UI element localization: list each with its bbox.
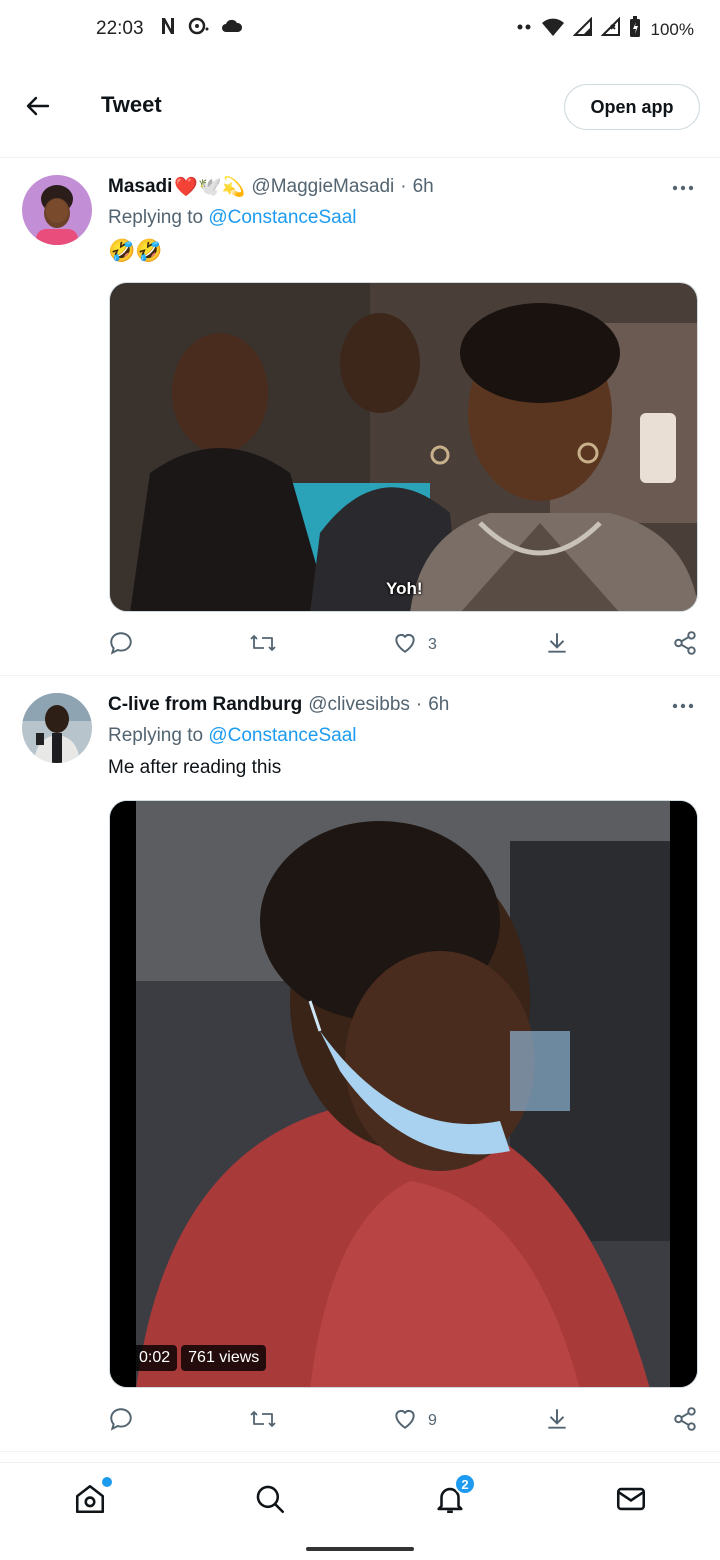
home-icon (73, 1482, 107, 1521)
retweet-button[interactable] (248, 628, 278, 662)
share-button[interactable] (672, 1404, 698, 1438)
nav-search[interactable] (248, 1479, 292, 1523)
reply-button[interactable] (108, 1404, 134, 1438)
signal-x-icon (600, 16, 621, 42)
gif-image (110, 283, 697, 611)
handle[interactable]: @MaggieMasadi (251, 176, 394, 198)
home-unread-dot (102, 1477, 112, 1487)
timestamp[interactable]: 6h (413, 176, 434, 198)
like-count: 9 (428, 1412, 437, 1429)
heart-icon (392, 1406, 418, 1437)
download-button[interactable] (544, 1404, 570, 1438)
tweet-header: Masadi ❤️🕊️💫 @MaggieMasadi · 6h (108, 172, 696, 202)
video-thumbnail (110, 801, 697, 1387)
display-name[interactable]: C-live from Randburg (108, 694, 302, 716)
like-button[interactable]: 9 (392, 1404, 437, 1438)
more-icon (672, 696, 694, 714)
search-icon (253, 1482, 287, 1521)
video-duration: 0:02 (132, 1345, 178, 1371)
video-views: 761 views (181, 1345, 267, 1371)
replying-to-label: Replying to (108, 725, 209, 746)
timestamp[interactable]: 6h (428, 694, 449, 716)
retweet-icon (248, 1406, 278, 1437)
page-title: Tweet (101, 92, 162, 117)
tweet[interactable]: C-live from Randburg @clivesibbs · 6h Re… (0, 676, 720, 1452)
reply-icon (108, 1406, 134, 1437)
tweet-image[interactable]: Yoh! (109, 282, 698, 612)
reply-button[interactable] (108, 628, 134, 662)
mention-link[interactable]: @ConstanceSaal (208, 207, 356, 228)
like-count: 3 (428, 636, 437, 653)
status-time: 22:03 (96, 18, 144, 39)
avatar[interactable] (22, 175, 92, 245)
heart-icon (392, 630, 418, 661)
download-icon (544, 1406, 570, 1437)
replying-to: Replying to @ConstanceSaal (108, 207, 357, 229)
retweet-icon (248, 630, 278, 661)
nav-notifications[interactable]: 2 (428, 1473, 476, 1523)
replying-to: Replying to @ConstanceSaal (108, 725, 357, 747)
handle[interactable]: @clivesibbs (308, 694, 410, 716)
dots-icon (515, 17, 533, 42)
status-bar: 22:03 100% (0, 0, 720, 62)
tweet-actions: 9 (108, 1404, 700, 1438)
like-button[interactable]: 3 (392, 628, 437, 662)
netflix-n-icon (158, 16, 178, 41)
open-app-button[interactable]: Open app (564, 84, 700, 130)
avatar[interactable] (22, 693, 92, 763)
mail-icon (614, 1482, 648, 1521)
nav-home[interactable] (68, 1477, 112, 1523)
share-icon (672, 630, 698, 661)
wifi-icon (541, 17, 565, 42)
video-info: 0:02 761 views (132, 1345, 267, 1371)
name-emojis: ❤️🕊️💫 (174, 177, 246, 198)
download-button[interactable] (544, 628, 570, 662)
download-icon (544, 630, 570, 661)
tweet-header: C-live from Randburg @clivesibbs · 6h (108, 690, 696, 720)
share-icon (672, 1406, 698, 1437)
pokeball-icon (188, 16, 210, 41)
tweet-text: 🤣🤣 (108, 238, 163, 263)
signal-icon (572, 16, 593, 42)
separator-dot: · (400, 176, 407, 197)
status-icons-right: 100% (515, 16, 694, 43)
more-options-button[interactable] (670, 692, 696, 718)
battery-icon (629, 16, 641, 43)
top-bar: Tweet Open app (0, 62, 720, 158)
mention-link[interactable]: @ConstanceSaal (208, 725, 356, 746)
more-icon (672, 178, 694, 196)
more-options-button[interactable] (670, 174, 696, 200)
status-icons-left (158, 16, 244, 41)
tweet-actions: 3 (108, 628, 700, 662)
gesture-home-indicator[interactable] (306, 1547, 414, 1551)
tweet[interactable]: Masadi ❤️🕊️💫 @MaggieMasadi · 6h Replying… (0, 158, 720, 676)
tweet-video[interactable]: 0:02 761 views (109, 800, 698, 1388)
back-button[interactable] (18, 88, 58, 128)
notifications-badge: 2 (454, 1473, 476, 1495)
reply-icon (108, 630, 134, 661)
cloud-icon (220, 16, 244, 41)
display-name[interactable]: Masadi (108, 176, 172, 198)
bottom-navigation: 2 (0, 1462, 720, 1538)
separator-dot: · (415, 694, 423, 715)
retweet-button[interactable] (248, 1404, 278, 1438)
tweet-text: Me after reading this (108, 757, 282, 778)
arrow-left-icon (25, 93, 51, 124)
battery-percent: 100% (650, 19, 694, 39)
replying-to-label: Replying to (108, 207, 209, 228)
gif-caption: Yoh! (386, 579, 423, 598)
nav-messages[interactable] (609, 1479, 653, 1523)
share-button[interactable] (672, 628, 698, 662)
